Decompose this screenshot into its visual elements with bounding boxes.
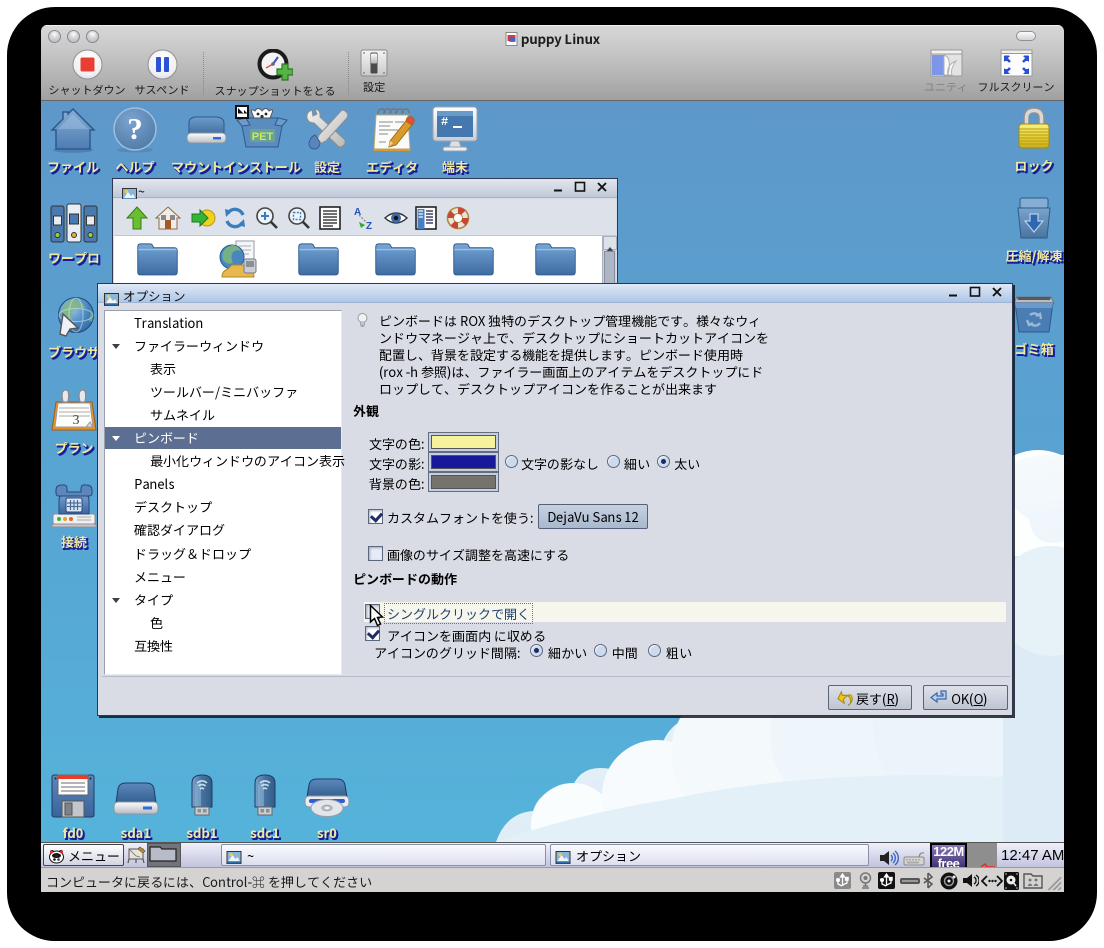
svg-text:?: ? bbox=[127, 111, 143, 146]
svg-text:3: 3 bbox=[73, 413, 80, 428]
svg-text:#: # bbox=[441, 115, 448, 129]
